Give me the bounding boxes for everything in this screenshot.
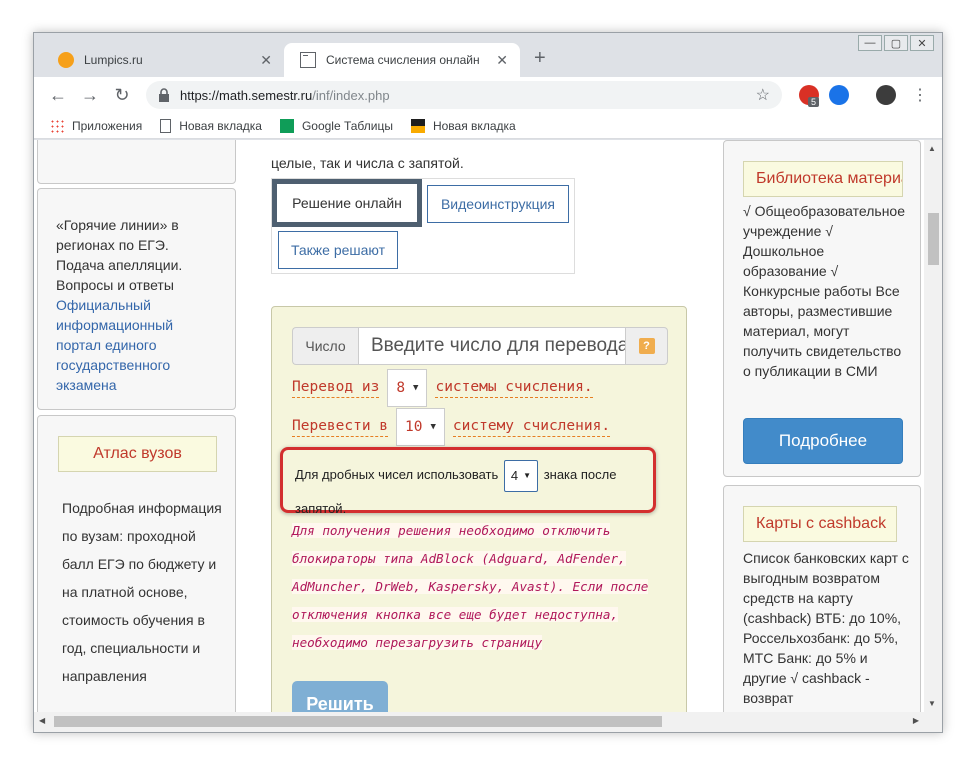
from-base-row: Перевод из 8 ▼ системы счисления. [292,369,593,407]
library-panel: Библиотека материалов √ Общеобразователь… [723,140,921,477]
back-button[interactable]: ← [46,83,70,107]
tab-lumpics[interactable]: Lumpics.ru ✕ [42,43,284,77]
new-tab-button[interactable]: + [534,47,546,70]
close-tab-icon[interactable]: ✕ [260,52,272,69]
to-prefix: Перевести в [292,418,389,437]
official-portal-link[interactable]: Официальный информационный портал единог… [56,295,217,395]
close-tab-icon[interactable]: ✕ [496,52,508,69]
page-content: «Горячие линии» в регионах по ЕГЭ. Подач… [34,140,924,712]
fraction-digits-select[interactable]: 4 ▼ [503,459,539,492]
bookmark-google-sheets[interactable]: Google Таблицы [279,118,393,133]
reload-button[interactable]: ↻ [110,83,134,107]
lumpics-favicon-icon [58,52,74,68]
page-favicon-icon [300,52,316,68]
bookmarks-bar: Приложения Новая вкладка Google Таблицы … [34,113,942,139]
number-input-group: Число ? [292,327,668,365]
library-text: √ Общеобразовательное учреждение √ Дошко… [743,203,905,379]
more-button[interactable]: Подробнее [743,418,903,464]
scroll-left-icon[interactable]: ◀ [39,716,45,725]
tab-strip: Lumpics.ru ✕ Система счисления онлайн ✕ … [34,43,942,77]
bookmark-label: Новая вкладка [432,118,516,133]
image-icon [410,118,425,133]
sheets-icon [279,118,294,133]
chevron-down-icon: ▼ [430,422,436,432]
tab-video-instruction[interactable]: Видеоинструкция [427,185,569,223]
extension-badge: 5 [808,97,820,107]
warning-text: Для получения решения необходимо отключи… [292,523,649,650]
atlas-title[interactable]: Атлас вузов [58,436,217,472]
frac-prefix: Для дробных чисел использовать [295,467,499,482]
document-icon [160,118,172,133]
to-base-row: Перевести в 10 ▼ систему счисления. [292,408,611,446]
scroll-right-icon[interactable]: ▶ [913,716,919,725]
atlas-text: Подробная информация по вузам: проходной… [62,500,222,684]
library-title[interactable]: Библиотека материалов [743,161,903,197]
browser-toolbar: ← → ↻ https://math.semestr.ru/inf/index.… [34,77,942,113]
help-button[interactable]: ? [626,327,668,365]
number-input[interactable] [358,327,626,365]
solve-button[interactable]: Решить [292,681,388,712]
url-host: https://math.semestr.ru [180,87,313,103]
left-panel-top [37,140,236,184]
from-base-value: 8 [396,380,406,396]
cashback-panel: Карты с cashback Список банковских карт … [723,485,921,712]
converter-form: Число ? Перевод из 8▼ системы счисления.… [271,306,687,712]
fraction-digits-value: 4 [510,467,519,483]
scroll-up-icon[interactable]: ▲ [928,144,936,153]
cashback-title[interactable]: Карты с cashback [743,506,897,542]
bookmark-label: Google Таблицы [301,118,393,133]
number-label: Число [292,327,358,365]
url-path: /inf/index.php [312,87,390,103]
browser-menu-icon[interactable]: ⋮ [912,85,928,105]
adblock-warning: Для получения решения необходимо отключи… [292,517,672,657]
from-base-select[interactable]: 8 ▼ [387,369,428,407]
help-icon: ? [638,338,655,354]
bookmark-new-tab-2[interactable]: Новая вкладка [410,118,516,133]
browser-window: — ▢ ✕ Lumpics.ru ✕ Система счисления онл… [33,32,943,733]
fraction-precision-highlight: Для дробных чисел использовать 4 ▼ знака … [280,447,656,516]
from-suffix: системы счисления. [435,379,593,398]
bookmark-star-icon[interactable]: ☆ [756,85,770,105]
scrollbar-thumb[interactable] [54,716,662,727]
bookmark-new-tab[interactable]: Новая вкладка [160,118,262,133]
from-prefix: Перевод из [292,379,380,398]
to-base-select[interactable]: 10 ▼ [396,408,445,446]
cashback-text: Список банковских карт с выгодным возвра… [743,550,909,706]
tab-title: Система счисления онлайн [326,53,480,67]
bookmark-apps[interactable]: Приложения [50,118,143,133]
horizontal-scrollbar[interactable]: ◀ ▶ [34,712,942,732]
to-base-value: 10 [405,419,423,435]
hotline-panel: «Горячие линии» в регионах по ЕГЭ. Подач… [37,188,236,410]
hotline-text: «Горячие линии» в регионах по ЕГЭ. Подач… [56,217,183,293]
forward-button[interactable]: → [78,83,102,107]
bookmark-label: Приложения [72,118,143,133]
chevron-down-icon: ▼ [413,383,419,393]
mode-tabs: Решение онлайн Видеоинструкция Также реш… [271,178,575,274]
tab-solve-online[interactable]: Решение онлайн [272,179,422,227]
fraction-precision-row: Для дробных чисел использовать 4 ▼ знака … [295,458,651,526]
scroll-down-icon[interactable]: ▼ [928,699,936,708]
lock-icon [159,88,169,102]
chevron-down-icon: ▼ [523,470,532,480]
tab-math-semestr[interactable]: Система счисления онлайн ✕ [284,43,520,77]
tab-title: Lumpics.ru [84,53,143,67]
atlas-panel: Атлас вузов Подробная информация по вуза… [37,415,236,712]
address-bar[interactable]: https://math.semestr.ru/inf/index.php ☆ [146,81,782,109]
extension-globe-icon[interactable] [829,85,849,105]
profile-avatar[interactable] [876,85,896,105]
bookmark-label: Новая вкладка [179,118,262,133]
vertical-scrollbar[interactable]: ▲ ▼ [924,140,942,712]
intro-text: целые, так и числа с запятой. [271,155,464,171]
scrollbar-thumb[interactable] [928,213,939,265]
tab-also-solve[interactable]: Также решают [278,231,398,269]
apps-icon [50,118,64,133]
to-suffix: систему счисления. [452,418,611,437]
